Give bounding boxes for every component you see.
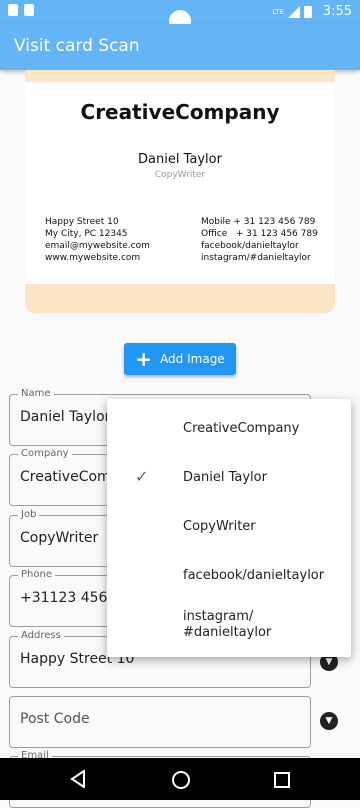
post-code-field[interactable]: Post Code [9, 696, 311, 748]
menu-item-creativecompany[interactable]: CreativeCompany [107, 405, 351, 454]
address-label: Address [18, 630, 64, 641]
notification-icon [8, 4, 18, 16]
clock: 3:55 [322, 4, 352, 19]
card-line: Happy Street 10 [45, 217, 119, 227]
menu-item-label: CreativeCompany [183, 421, 300, 436]
menu-item-facebook[interactable]: facebook/danieltaylor [107, 552, 351, 601]
card-contact-column: Mobile + 31 123 456 789 Office + 31 123 … [201, 216, 318, 264]
network-type: LTE [272, 7, 284, 16]
system-icons: LTE [272, 5, 312, 18]
card-address-column: Happy Street 10 My City, PC 12345 email@… [45, 216, 150, 264]
card-role: CopyWriter [154, 170, 206, 180]
recent-apps-icon[interactable] [274, 772, 290, 788]
menu-item-label: Daniel Taylor [183, 470, 267, 485]
card-line: email@mywebsite.com [45, 241, 150, 251]
post-code-placeholder: Post Code [20, 711, 90, 727]
add-image-button[interactable]: + Add Image [124, 343, 236, 375]
notification-icons [8, 4, 34, 16]
card-name: Daniel Taylor [138, 152, 222, 167]
back-icon[interactable] [70, 770, 86, 788]
phone-label: Phone [18, 569, 55, 580]
company-label: Company [18, 448, 72, 459]
post-code-dropdown-icon[interactable]: ▼ [320, 712, 338, 730]
card-line: instagram/#danieltaylor [201, 253, 311, 263]
system-navigation-bar [0, 758, 360, 800]
menu-item-copywriter[interactable]: CopyWriter [107, 503, 351, 552]
card-company: CreativeCompany [80, 100, 280, 124]
menu-item-daniel-taylor[interactable]: ✓ Daniel Taylor [107, 454, 351, 503]
page-title: Visit card Scan [14, 36, 140, 56]
check-icon: ✓ [135, 467, 149, 486]
battery-icon [304, 6, 312, 18]
name-label: Name [18, 388, 54, 399]
card-line: facebook/danieltaylor [201, 241, 299, 251]
dropdown-menu: CreativeCompany ✓ Daniel Taylor CopyWrit… [107, 399, 351, 657]
menu-item-label: CopyWriter [183, 519, 256, 534]
signal-icon [288, 5, 300, 18]
card-line: Mobile + 31 123 456 789 [201, 217, 316, 227]
menu-item-label: facebook/danieltaylor [183, 568, 325, 583]
business-card-image: CreativeCompany Daniel Taylor CopyWriter… [25, 82, 335, 284]
plus-icon: + [135, 347, 153, 371]
app-bar: Visit card Scan [0, 24, 360, 70]
job-label: Job [18, 509, 40, 520]
card-line: My City, PC 12345 [45, 229, 128, 239]
card-line: Office + 31 123 456 789 [201, 229, 318, 239]
card-line: www.mywebsite.com [45, 253, 141, 263]
sd-card-icon [24, 4, 34, 16]
menu-item-instagram[interactable]: instagram/ #danieltaylor [107, 599, 351, 655]
add-image-label: Add Image [160, 352, 225, 366]
home-icon[interactable] [172, 771, 190, 789]
menu-item-label: instagram/ #danieltaylor [183, 609, 272, 640]
